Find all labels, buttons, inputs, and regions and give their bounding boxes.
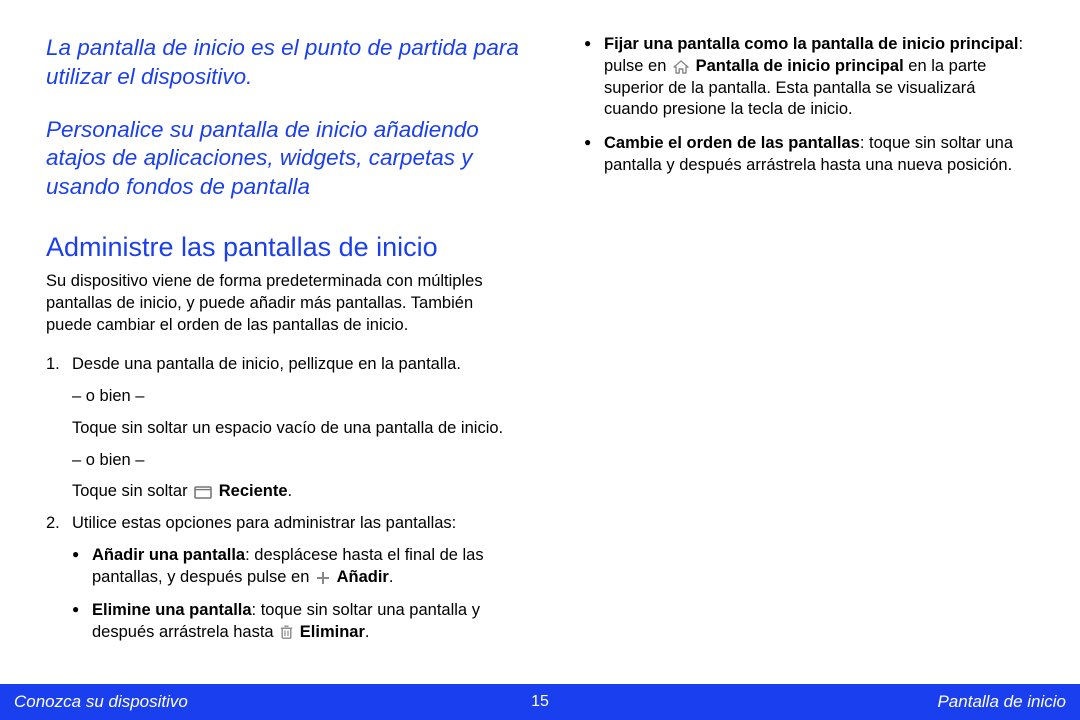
- step-1-text: Desde una pantalla de inicio, pellizque …: [72, 355, 461, 373]
- option-set-main-title: Fijar una pantalla como la pantalla de i…: [604, 35, 1018, 53]
- option-reorder-screens: Cambie el orden de las pantallas: toque …: [584, 133, 1034, 177]
- trash-icon: [280, 625, 293, 640]
- home-icon: [673, 60, 689, 74]
- page: La pantalla de inicio es el punto de par…: [0, 0, 1080, 720]
- step-2-number: 2.: [46, 513, 60, 535]
- footer-right: Pantalla de inicio: [937, 692, 1066, 712]
- footer-left: Conozca su dispositivo: [14, 692, 188, 712]
- intro-paragraph-1: La pantalla de inicio es el punto de par…: [46, 34, 522, 92]
- or-divider-1: – o bien –: [72, 386, 522, 408]
- plus-icon: [316, 571, 330, 585]
- option-add-screen-text-b: .: [389, 568, 394, 586]
- option-reorder-title: Cambie el orden de las pantallas: [604, 134, 860, 152]
- option-remove-screen-text-b: .: [365, 623, 370, 641]
- section-heading: Administre las pantallas de inicio: [46, 232, 522, 263]
- delete-label: Eliminar: [300, 623, 365, 641]
- step-1-alt-2-prefix: Toque sin soltar: [72, 482, 192, 500]
- home-main-label: Pantalla de inicio principal: [696, 57, 904, 75]
- option-add-screen-title: Añadir una pantalla: [92, 546, 245, 564]
- content-area: La pantalla de inicio es el punto de par…: [0, 0, 1080, 684]
- recent-icon: [194, 486, 212, 499]
- option-set-main-screen: Fijar una pantalla como la pantalla de i…: [584, 34, 1034, 121]
- option-remove-screen-title: Elimine una pantalla: [92, 601, 252, 619]
- step-1-alt-2: Toque sin soltar Reciente.: [72, 481, 522, 503]
- step-1-alt-1: Toque sin soltar un espacio vacío de una…: [72, 418, 522, 440]
- step-1: 1. Desde una pantalla de inicio, pellizq…: [46, 354, 522, 503]
- intro-paragraph-2: Personalice su pantalla de inicio añadie…: [46, 116, 522, 202]
- step-1-alt-2-suffix: .: [288, 482, 293, 500]
- default-screens-paragraph: Su dispositivo viene de forma predetermi…: [46, 271, 522, 336]
- step-2-text: Utilice estas opciones para administrar …: [72, 514, 456, 532]
- footer-page-number: 15: [531, 693, 549, 711]
- page-footer: Conozca su dispositivo 15 Pantalla de in…: [0, 684, 1080, 720]
- option-add-screen: Añadir una pantalla: desplácese hasta el…: [72, 545, 522, 589]
- recent-label: Reciente: [219, 482, 288, 500]
- or-divider-2: – o bien –: [72, 450, 522, 472]
- step-1-number: 1.: [46, 354, 60, 376]
- option-remove-screen: Elimine una pantalla: toque sin soltar u…: [72, 600, 522, 644]
- add-label: Añadir: [337, 568, 389, 586]
